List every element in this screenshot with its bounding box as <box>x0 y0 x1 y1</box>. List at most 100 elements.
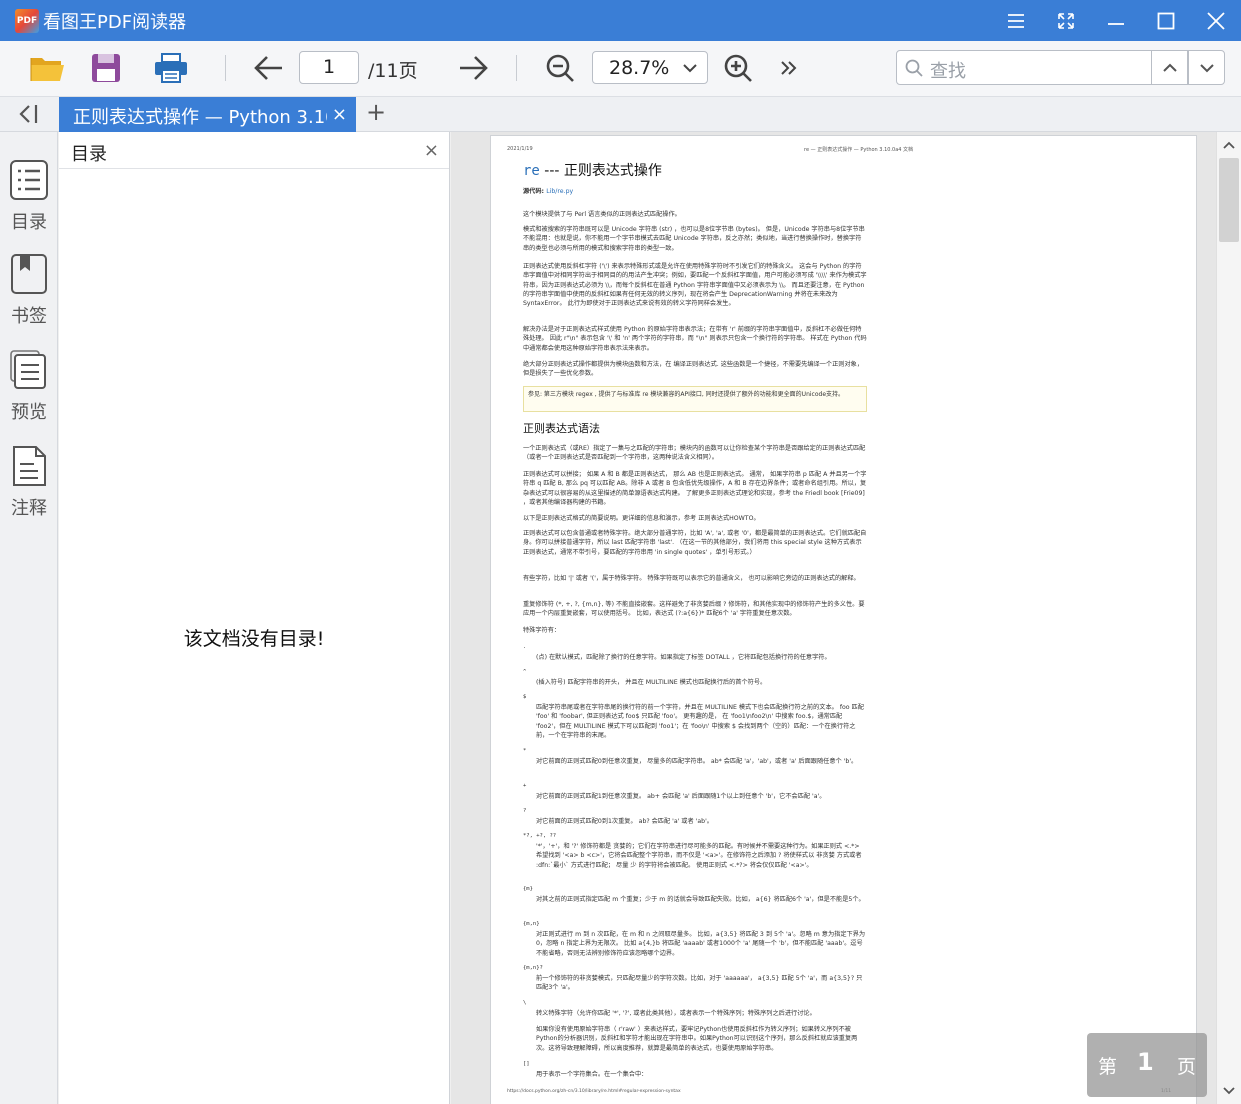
tab-document[interactable]: 正则表达式操作 — Python 3.10 × <box>59 97 356 132</box>
paragraph: 解决办法是对于正则表达式样式使用 Python 的原始字符串表示法；在带有 'r… <box>523 326 867 352</box>
source-link[interactable]: Lib/re.py <box>546 188 573 195</box>
note-icon <box>13 446 46 486</box>
page-number-input[interactable]: 1 <box>299 51 359 84</box>
syntax-description: 对它前面的正则式匹配0到任意次重复， 尽量多的匹配字符串。 ab* 会匹配 'a… <box>536 758 858 765</box>
menu-icon[interactable] <box>991 0 1041 41</box>
pdf-page: 2021/1/19 re — 正则表达式操作 — Python 3.10.0a4… <box>490 135 1197 1104</box>
close-icon[interactable] <box>1191 0 1241 41</box>
syntax-symbol: *?, +?, ?? <box>523 833 557 839</box>
syntax-description: 对它前面的正则式匹配0到1次重复。 ab? 会匹配 'a' 或者 'ab'。 <box>536 818 713 825</box>
syntax-symbol: [] <box>523 1061 530 1067</box>
zoom-select[interactable]: 28.7% <box>592 51 708 84</box>
syntax-symbol: + <box>523 783 527 789</box>
paragraph: 这个模块提供了与 Perl 语言类似的正则表达式匹配操作。 <box>523 211 681 218</box>
next-page-icon[interactable] <box>456 51 490 85</box>
page-indicator-suffix: 页 <box>1177 1056 1197 1078</box>
app-title: 看图王PDF阅读器 <box>43 11 187 33</box>
collapse-sidebar-icon[interactable] <box>17 103 39 129</box>
paragraph: 有些字符，比如 '|' 或者 '('，属于特殊字符。 特殊字符既可以表示它的普通… <box>523 575 860 582</box>
syntax-symbol: ^ <box>523 669 527 675</box>
toc-close-icon[interactable]: × <box>424 140 439 161</box>
paragraph: 正则表达式可以包含普通或者特殊字符。绝大部分普通字符，比如 'A', 'a', … <box>523 530 867 556</box>
tab-close-icon[interactable]: × <box>332 104 347 125</box>
toolbar-divider <box>225 55 226 81</box>
syntax-symbol: {m,n} <box>523 921 540 927</box>
syntax-description: (点) 在默认模式，匹配除了换行的任意字符。如果指定了标签 DOTALL ，它将… <box>536 654 831 661</box>
zoom-in-icon[interactable] <box>722 51 754 85</box>
page-total-label: /11页 <box>368 60 418 82</box>
syntax-description: 如果你没有使用原始字符串（ r'raw' ）来表达样式，要牢记Python也使用… <box>536 1026 858 1052</box>
list-icon <box>10 160 48 200</box>
syntax-symbol: ? <box>523 808 527 814</box>
maximize-icon[interactable] <box>1141 0 1191 41</box>
see-also-note: 参见: 第三方模块 regex , 提供了与标准库 re 模块兼容的API接口,… <box>523 386 867 412</box>
paragraph: 绝大部分正则表达式操作都提供为模块函数和方法，在 编译正则表达式. 这些函数是一… <box>523 361 864 378</box>
document-title: re --- 正则表达式操作 <box>523 160 662 180</box>
vertical-scrollbar[interactable] <box>1216 132 1241 1104</box>
tab-label: 正则表达式操作 — Python 3.10 <box>73 107 327 128</box>
chevron-down-icon <box>1199 63 1214 72</box>
scrollbar-thumb[interactable] <box>1219 158 1239 242</box>
search-placeholder: 查找 <box>930 61 966 82</box>
paragraph: 以下是正则表达式格式的简要说明。更详细的信息和演示，参考 正则表达式HOWTO。 <box>523 515 760 522</box>
rail-item-toc[interactable]: 目录 <box>0 160 58 234</box>
open-folder-icon[interactable] <box>28 51 66 85</box>
toolbar-divider <box>516 55 517 81</box>
syntax-description: 转义特殊字符（允许你匹配 '*', '?', 或者此类其他），或者表示一个特殊序… <box>536 1010 816 1017</box>
search-icon <box>905 59 923 77</box>
syntax-symbol: . <box>523 644 527 650</box>
page-indicator-number: 1 <box>1137 1048 1154 1076</box>
title-code: re <box>523 163 540 179</box>
chevron-up-icon <box>1162 63 1177 72</box>
rail-label: 书签 <box>11 306 47 327</box>
rail-label: 目录 <box>11 212 47 233</box>
more-tools-icon[interactable] <box>778 51 800 85</box>
paragraph: 模式和被搜索的字符串既可以是 Unicode 字符串 (str) ，也可以是8位… <box>523 226 865 252</box>
fullscreen-icon[interactable] <box>1041 0 1091 41</box>
previous-page-icon[interactable] <box>252 51 286 85</box>
syntax-symbol: $ <box>523 694 527 700</box>
paragraph: 正则表达式使用反斜杠字符 ('\') 来表示特殊形式或是允许在使用特殊字符时不引… <box>523 263 867 308</box>
toolbar: 1 /11页 28.7% 查找 <box>0 41 1241 97</box>
chevron-down-icon <box>683 64 697 73</box>
minimize-icon[interactable] <box>1091 0 1141 41</box>
syntax-description: 匹配字符串尾或者在字符串尾的换行符的前一个字符，并且在 MULTILINE 模式… <box>536 704 864 739</box>
add-tab-button[interactable]: + <box>366 98 386 126</box>
paragraph: 正则表达式可以拼接； 如果 A 和 B 都是正则表达式， 那么 AB 也是正则表… <box>523 471 867 506</box>
search-input[interactable]: 查找 <box>896 50 1152 85</box>
save-icon[interactable] <box>89 51 123 85</box>
rail-item-bookmark[interactable]: 书签 <box>0 254 58 328</box>
syntax-description: (插入符号) 匹配字符串的开头， 并且在 MULTILINE 模式也匹配换行后的… <box>536 679 767 686</box>
preview-icon <box>10 350 46 389</box>
toc-header: 目录 × <box>59 132 449 169</box>
syntax-description: 对其之前的正则式指定匹配 m 个重复；少于 m 的话就会导致匹配失败。比如， a… <box>536 896 865 903</box>
zoom-value: 28.7% <box>609 57 670 79</box>
search-next-button[interactable] <box>1188 50 1225 85</box>
page-footer-url: https://docs.python.org/zh-cn/3.10/libra… <box>507 1089 681 1094</box>
syntax-description: 用于表示一个字符集合。在一个集合中： <box>536 1071 648 1078</box>
page-indicator-prefix: 第 <box>1098 1056 1118 1078</box>
rail-label: 预览 <box>11 402 47 423</box>
rail-item-preview[interactable]: 预览 <box>0 350 58 424</box>
document-viewer[interactable]: 2021/1/19 re — 正则表达式操作 — Python 3.10.0a4… <box>451 132 1241 1104</box>
scroll-up-icon[interactable] <box>1223 141 1235 150</box>
syntax-description: 对正则式进行 m 到 n 次匹配，在 m 和 n 之间取尽量多。 比如，a{3,… <box>536 931 866 957</box>
source-label: 源代码: <box>523 188 545 195</box>
rail-item-annotation[interactable]: 注释 <box>0 446 58 520</box>
title-text: --- 正则表达式操作 <box>539 163 662 179</box>
left-rail: 目录 书签 预览 注释 <box>0 132 58 1104</box>
print-icon[interactable] <box>153 51 189 85</box>
syntax-description: 对它前面的正则式匹配1到任意次重复。 ab+ 会匹配 'a' 后面跟随1个以上到… <box>536 793 826 800</box>
syntax-description: '*'，'+'，和 '?' 修饰符都是 贪婪的；它们在字符串进行尽可能多的匹配。… <box>536 843 862 869</box>
window-controls <box>991 0 1241 41</box>
search-previous-button[interactable] <box>1151 50 1188 85</box>
app-logo-icon: PDF <box>15 8 39 33</box>
title-bar: PDF 看图王PDF阅读器 <box>0 0 1241 41</box>
zoom-out-icon[interactable] <box>544 51 576 85</box>
paragraph: 特殊字符有： <box>523 627 561 634</box>
syntax-symbol: \ <box>523 1000 527 1006</box>
scroll-down-icon[interactable] <box>1223 1086 1235 1095</box>
page-header-title: re — 正则表达式操作 — Python 3.10.0a4 文档 <box>804 147 914 153</box>
toc-title: 目录 <box>71 144 107 165</box>
syntax-symbol: * <box>523 748 527 754</box>
